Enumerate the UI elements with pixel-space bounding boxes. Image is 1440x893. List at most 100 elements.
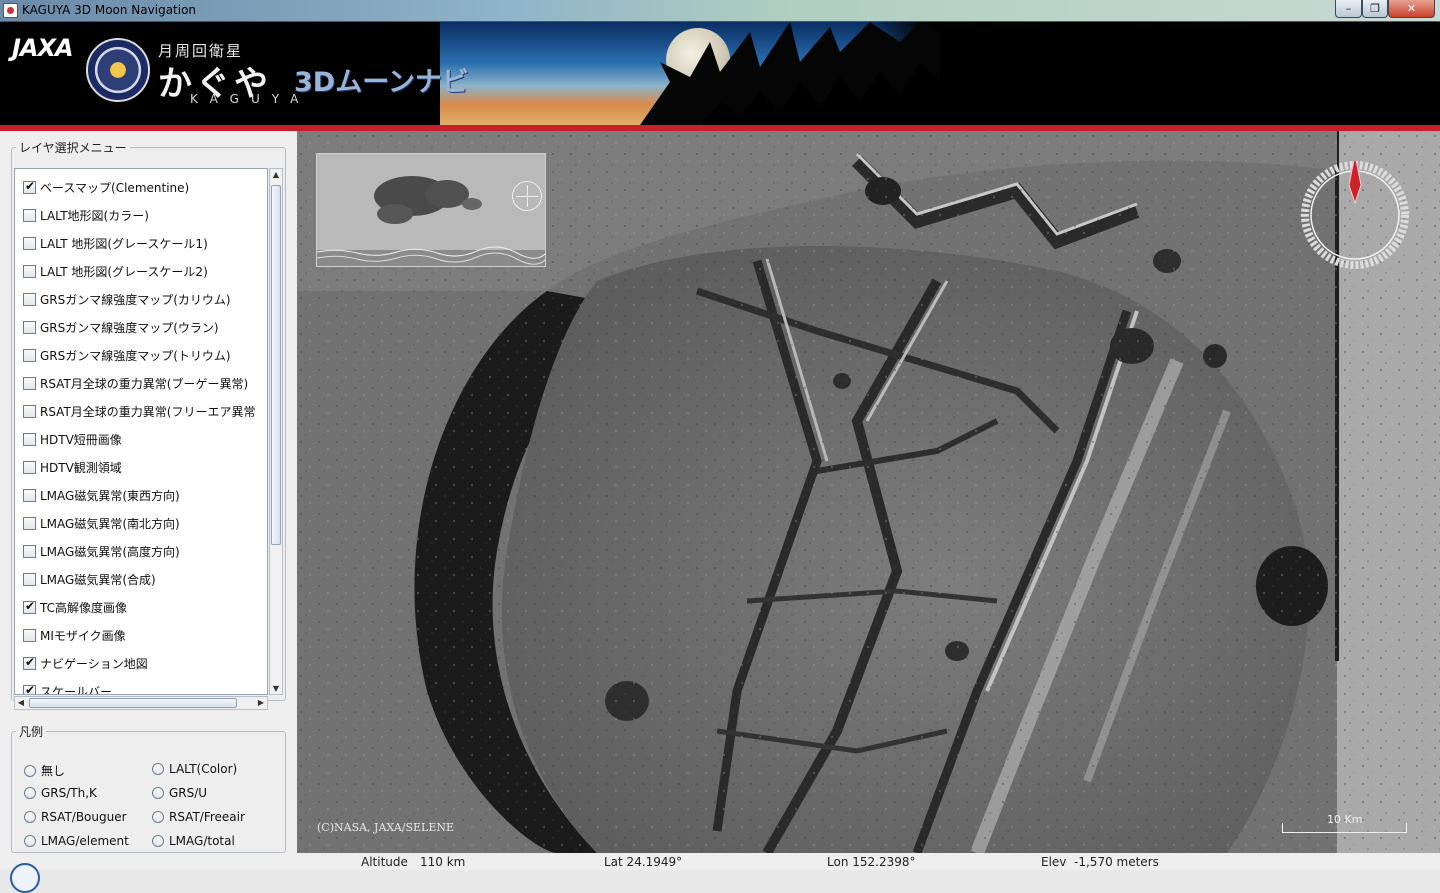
legend-option-lmag-element[interactable]: LMAG/element [24,834,129,848]
banner-app-name: 3Dムーンナビ [294,67,469,98]
layer-item-tc-hires[interactable]: TC高解像度画像 [23,597,127,617]
layer-item-lmag-ns[interactable]: LMAG磁気異常(南北方向) [23,513,180,533]
layer-label: GRSガンマ線強度マップ(ウラン) [40,320,219,335]
layer-label: RSAT月全球の重力異常(ブーゲー異常) [40,376,249,391]
checkbox[interactable] [23,348,36,362]
jaxa-logo: JAXA [12,34,74,62]
layer-item-scalebar[interactable]: スケールバー [23,681,112,694]
header-banner: JAXA 月周回衛星 かぐや KAGUYA 3Dムーンナビ [0,22,1440,125]
checkbox[interactable] [23,320,36,334]
layer-item-grs-u[interactable]: GRSガンマ線強度マップ(ウラン) [23,317,219,337]
checkbox[interactable] [23,376,36,390]
checkbox[interactable] [23,264,36,278]
layer-label: GRSガンマ線強度マップ(カリウム) [40,292,231,307]
radio-button[interactable] [24,787,36,799]
radio-button[interactable] [152,835,164,847]
checkbox[interactable] [23,488,36,502]
layer-item-hdtv-area[interactable]: HDTV観測領域 [23,457,122,477]
checkbox[interactable] [23,208,36,222]
legend-option-grs-thk[interactable]: GRS/Th,K [24,786,97,800]
scroll-up-icon[interactable]: ▲ [270,170,282,179]
crosshair-icon[interactable] [512,181,542,211]
navigation-control-icon[interactable] [10,863,40,893]
minimize-button[interactable]: – [1335,0,1362,18]
legend-option-label: LALT(Color) [169,762,238,776]
checkbox[interactable] [23,236,36,250]
legend-option-rsat-bouguer[interactable]: RSAT/Bouguer [24,810,127,824]
layer-menu-title: レイヤ選択メニュー [19,141,127,155]
window-titlebar: KAGUYA 3D Moon Navigation – ❐ ✕ [0,0,1440,22]
layer-label: LMAG磁気異常(東西方向) [40,488,180,503]
compass-icon[interactable] [1301,161,1409,269]
checkbox[interactable] [23,683,36,694]
legend-option-grs-u[interactable]: GRS/U [152,786,207,800]
banner-kaguya-roman: KAGUYA [190,92,311,106]
latitude-readout: Lat 24.1949° [604,855,683,869]
checkbox[interactable] [23,628,36,642]
layer-label: HDTV短冊画像 [40,432,122,447]
moon-overview-image [317,154,545,266]
layer-item-lalt-color[interactable]: LALT地形図(カラー) [23,205,149,225]
layer-label: LMAG磁気異常(合成) [40,572,156,587]
checkbox[interactable] [23,292,36,306]
checkbox[interactable] [23,599,36,614]
layer-item-grs-th[interactable]: GRSガンマ線強度マップ(トリウム) [23,345,231,365]
layer-item-rsat-freeair[interactable]: RSAT月全球の重力異常(フリーエア異常 [23,401,255,421]
scrollbar-thumb[interactable] [29,698,237,708]
layer-item-lmag-total[interactable]: LMAG磁気異常(合成) [23,569,156,589]
tree-silhouette-image [640,22,940,125]
window-title: KAGUYA 3D Moon Navigation [22,3,197,17]
scrollbar-thumb[interactable] [271,185,281,545]
layer-item-lalt-gray2[interactable]: LALT 地形図(グレースケール2) [23,261,208,281]
layer-item-hdtv-strip[interactable]: HDTV短冊画像 [23,429,122,449]
checkbox[interactable] [23,460,36,474]
layer-label: LMAG磁気異常(南北方向) [40,516,180,531]
altitude-label: Altitude [361,855,408,869]
radio-button[interactable] [24,835,36,847]
checkbox[interactable] [23,432,36,446]
layer-item-clementine[interactable]: ベースマップ(Clementine) [23,177,189,197]
layer-item-lalt-gray1[interactable]: LALT 地形図(グレースケール1) [23,233,208,253]
layer-item-mi-mosaic[interactable]: MIモザイク画像 [23,625,126,645]
maximize-button[interactable]: ❐ [1362,0,1388,18]
checkbox[interactable] [23,655,36,670]
overview-minimap[interactable] [316,153,546,267]
layer-item-lmag-ew[interactable]: LMAG磁気異常(東西方向) [23,485,180,505]
layer-list-horizontal-scrollbar[interactable]: ◀ ▶ [14,696,268,710]
layer-label: RSAT月全球の重力異常(フリーエア異常 [40,404,256,419]
radio-button[interactable] [152,763,164,775]
scroll-down-icon[interactable]: ▼ [270,684,282,693]
moon-map-view[interactable]: (C)NASA, JAXA/SELENE 10 Km [297,131,1440,853]
left-panel: レイヤ選択メニュー ベースマップ(Clementine) LALT地形図(カラー… [0,131,297,893]
layer-label: TC高解像度画像 [40,600,128,615]
legend-option-none[interactable]: 無し [24,762,65,779]
radio-button[interactable] [152,787,164,799]
legend-option-lalt-color[interactable]: LALT(Color) [152,762,237,776]
checkbox[interactable] [23,572,36,586]
layer-label: HDTV観測領域 [40,460,122,475]
layer-item-lmag-alt[interactable]: LMAG磁気異常(高度方向) [23,541,180,561]
checkbox[interactable] [23,544,36,558]
layer-menu-group: レイヤ選択メニュー ベースマップ(Clementine) LALT地形図(カラー… [11,139,286,710]
legend-option-lmag-total[interactable]: LMAG/total [152,834,235,848]
scale-bar-label: 10 Km [1327,813,1363,826]
scroll-left-icon[interactable]: ◀ [15,698,27,707]
checkbox[interactable] [23,404,36,418]
checkbox[interactable] [23,516,36,530]
layer-item-nav-map[interactable]: ナビゲーション地図 [23,653,148,673]
scroll-right-icon[interactable]: ▶ [255,698,267,707]
checkbox[interactable] [23,179,36,194]
layer-item-grs-k[interactable]: GRSガンマ線強度マップ(カリウム) [23,289,231,309]
layer-item-rsat-bouguer[interactable]: RSAT月全球の重力異常(ブーゲー異常) [23,373,248,393]
layer-list-vertical-scrollbar[interactable]: ▲ ▼ [269,168,283,695]
copyright-notice: (C)NASA, JAXA/SELENE [317,821,455,834]
legend-option-label: GRS/U [169,786,208,800]
radio-button[interactable] [24,764,36,777]
longitude-readout: Lon 152.2398° [827,855,916,869]
layer-label: ベースマップ(Clementine) [40,180,190,195]
radio-button[interactable] [24,811,36,823]
radio-button[interactable] [152,811,164,823]
legend-option-rsat-freeair[interactable]: RSAT/Freeair [152,810,245,824]
close-button[interactable]: ✕ [1388,0,1435,18]
legend-option-label: LMAG/total [169,834,235,848]
